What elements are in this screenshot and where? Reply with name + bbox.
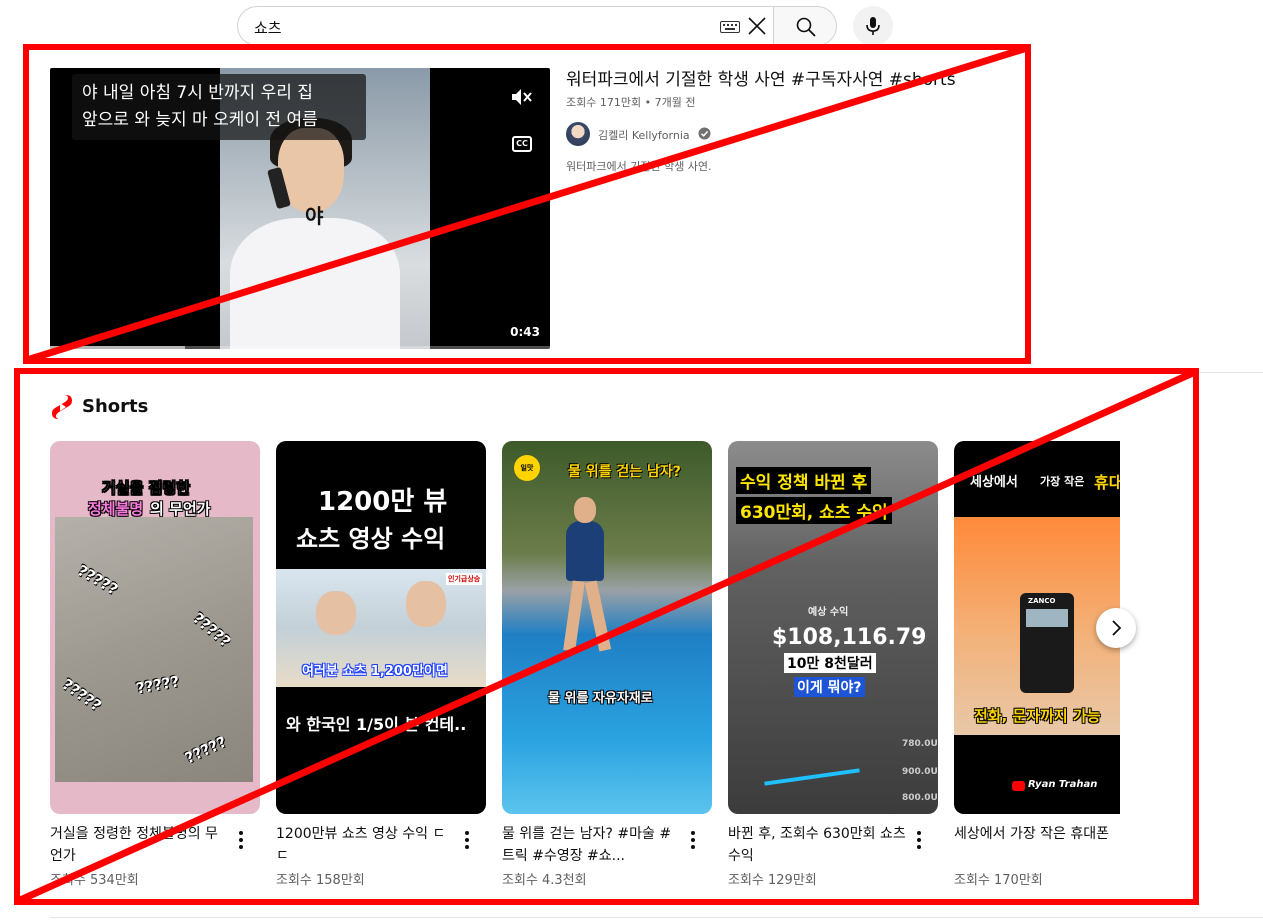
search-box[interactable] [237, 6, 773, 46]
search-icon [796, 17, 816, 37]
page: 야 야 내일 아침 7시 반까지 우리 집 앞으로 와 늦지 마 오케이 전 여… [0, 0, 1263, 924]
keyboard-icon[interactable] [720, 21, 740, 33]
voice-search-button[interactable] [853, 6, 893, 46]
search-input[interactable] [254, 16, 694, 38]
annotation-box [14, 368, 1199, 905]
annotation-box [23, 44, 1031, 364]
close-icon[interactable] [746, 15, 768, 37]
mic-icon [866, 17, 880, 35]
search-button[interactable] [773, 6, 837, 46]
divider [50, 917, 1263, 918]
